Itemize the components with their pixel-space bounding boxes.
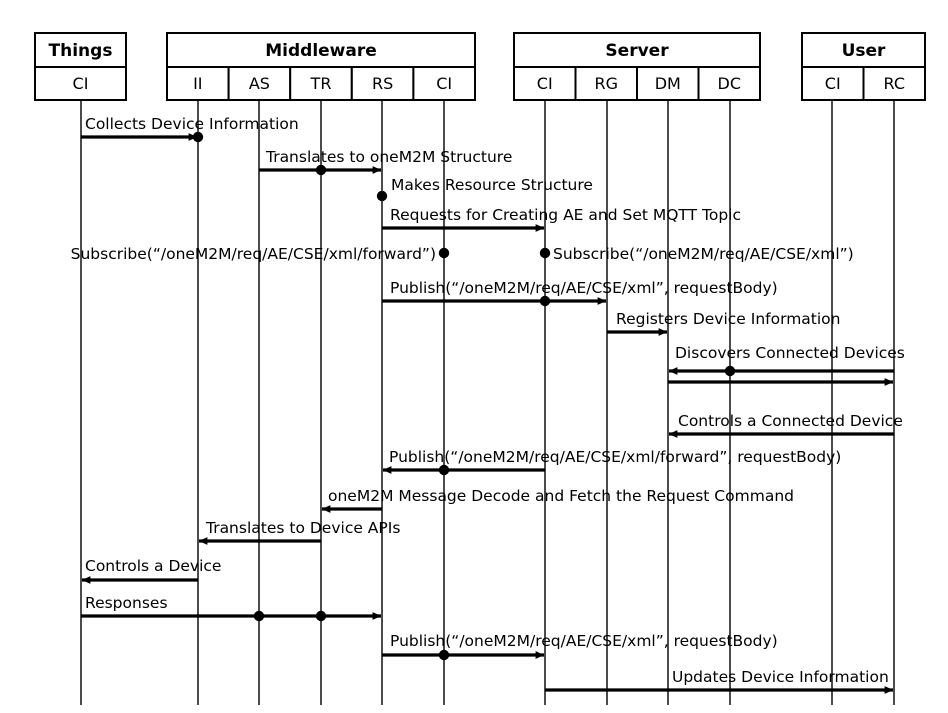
participant-header-layer: Things CI Middleware II AS TR RS CI Server CI RG DM… — [34, 32, 926, 101]
message-label-m6: Publish(“/oneM2M/req/AE/CSE/xml”, reques… — [390, 279, 778, 297]
message-dot-m2-0 — [315, 164, 327, 176]
message-label-m3: Makes Resource Structure — [391, 176, 593, 194]
message-label-m1: Collects Device Information — [85, 115, 299, 133]
participant-label-sv-ci: CI — [537, 74, 553, 93]
participant-label-mw-rs: RS — [372, 74, 393, 93]
group-title-middleware: Middleware — [265, 41, 377, 61]
message-m1: Collects Device Information — [81, 115, 299, 143]
participant-label-mw-ii: II — [193, 74, 202, 93]
message-m8a: Discovers Connected Devices — [668, 344, 905, 377]
message-label-m11: oneM2M Message Decode and Fetch the Requ… — [328, 487, 794, 505]
participant-label-things-ci: CI — [73, 74, 89, 93]
participant-label-mw-ci: CI — [436, 74, 452, 93]
participant-label-mw-tr: TR — [310, 74, 332, 93]
group-title-user: User — [842, 41, 886, 61]
message-label-m8a: Discovers Connected Devices — [675, 344, 905, 362]
message-label-m7: Registers Device Information — [616, 310, 840, 328]
message-m15: Publish(“/oneM2M/req/AE/CSE/xml”, reques… — [382, 632, 778, 661]
message-m13: Controls a Device — [81, 557, 221, 584]
message-label-m4: Requests for Creating AE and Set MQTT To… — [390, 206, 741, 224]
participant-label-us-rc: RC — [884, 74, 906, 93]
message-label-m12: Translates to Device APIs — [205, 519, 400, 537]
message-dot-m5a-0 — [438, 247, 450, 259]
participant-label-sv-dc: DC — [718, 74, 742, 93]
participant-label-sv-dm: DM — [655, 74, 681, 93]
message-m12: Translates to Device APIs — [198, 519, 400, 545]
message-dot-m15-0 — [438, 649, 450, 661]
participant-label-us-ci: CI — [825, 74, 841, 93]
participant-group-things: Things CI — [34, 32, 127, 101]
message-m10: Publish(“/oneM2M/req/AE/CSE/xml/forward”… — [382, 448, 841, 476]
message-m16: Updates Device Information — [545, 668, 894, 694]
sequence-diagram-svg: Things CI Middleware II AS TR RS CI Server CI RG DM… — [34, 32, 926, 705]
sequence-diagram-canvas: Things CI Middleware II AS TR RS CI Server CI RG DM… — [0, 0, 948, 713]
participant-group-user: UserCI RC — [801, 32, 926, 101]
message-label-m10: Publish(“/oneM2M/req/AE/CSE/xml/forward”… — [389, 448, 841, 466]
group-title-server: Server — [605, 41, 669, 61]
participant-group-server: Server CI RG DM DC — [513, 32, 761, 101]
message-dot-m14-0 — [253, 610, 265, 622]
participant-label-sv-rg: RG — [594, 74, 618, 93]
message-m11: oneM2M Message Decode and Fetch the Requ… — [321, 487, 794, 513]
message-label-m13: Controls a Device — [85, 557, 221, 575]
participant-label-mw-as: AS — [249, 74, 270, 93]
message-dot-m3-0 — [376, 190, 388, 202]
message-m6: Publish(“/oneM2M/req/AE/CSE/xml”, reques… — [382, 279, 778, 307]
messages-layer: Collects Device Information Translates to… — [71, 115, 905, 694]
group-title-things: Things — [49, 41, 113, 61]
message-m2: Translates to oneM2M Structure — [259, 148, 512, 176]
message-label-m14: Responses — [85, 594, 168, 612]
message-label-m16: Updates Device Information — [672, 668, 889, 686]
message-dot-m5b-0 — [539, 247, 551, 259]
participant-group-middleware: Middleware II AS TR RS CI — [166, 32, 476, 101]
message-label-m15: Publish(“/oneM2M/req/AE/CSE/xml”, reques… — [390, 632, 778, 650]
message-dot-m6-0 — [539, 295, 551, 307]
message-m14: Responses — [81, 594, 382, 622]
message-m3: Makes Resource Structure — [376, 176, 593, 202]
message-m9: Controls a Connected Device — [668, 412, 903, 438]
message-dot-m10-0 — [438, 464, 450, 476]
message-dot-m1-0 — [192, 131, 204, 143]
message-dot-m8a-0 — [724, 365, 736, 377]
message-label-m2: Translates to oneM2M Structure — [265, 148, 512, 166]
message-label-m5a: Subscribe(“/oneM2M/req/AE/CSE/xml/forwar… — [71, 245, 436, 263]
message-label-m5b: Subscribe(“/oneM2M/req/AE/CSE/xml”) — [553, 245, 854, 263]
message-label-m9: Controls a Connected Device — [678, 412, 903, 430]
message-m7: Registers Device Information — [607, 310, 840, 336]
message-m5b: Subscribe(“/oneM2M/req/AE/CSE/xml”) — [539, 245, 854, 263]
message-dot-m14-1 — [315, 610, 327, 622]
message-m5a: Subscribe(“/oneM2M/req/AE/CSE/xml/forwar… — [71, 245, 450, 263]
message-m4: Requests for Creating AE and Set MQTT To… — [382, 206, 741, 232]
